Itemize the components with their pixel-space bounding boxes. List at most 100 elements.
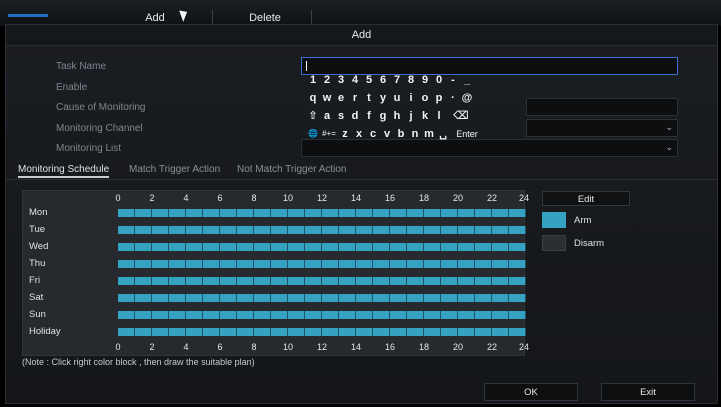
key[interactable]: p — [432, 90, 446, 106]
onscreen-keyboard: 1 2 3 4 5 6 7 8 9 0 - _ q w e r t y u i … — [304, 72, 530, 150]
arm-label: Arm — [574, 215, 592, 226]
key[interactable]: y — [376, 90, 390, 106]
key[interactable]: c — [366, 126, 380, 142]
key[interactable]: · — [446, 90, 460, 106]
schedule-bar-tue[interactable] — [118, 226, 526, 234]
enable-label: Enable — [56, 82, 88, 93]
key[interactable]: i — [404, 90, 418, 106]
hour-label: 4 — [183, 193, 189, 203]
schedule-bar-sat[interactable] — [118, 294, 526, 302]
hour-label: 20 — [452, 193, 464, 203]
key[interactable]: 9 — [418, 72, 432, 88]
cause-label: Cause of Monitoring — [56, 102, 146, 113]
key[interactable]: l — [432, 108, 446, 124]
hour-label: 2 — [149, 342, 155, 352]
key[interactable]: b — [394, 126, 408, 142]
text-caret — [306, 61, 307, 71]
schedule-bar-sun[interactable] — [118, 311, 526, 319]
hour-label: 22 — [486, 342, 498, 352]
hour-label: 0 — [115, 342, 121, 352]
key[interactable]: @ — [460, 90, 474, 106]
key[interactable]: 8 — [404, 72, 418, 88]
arm-color-block[interactable] — [542, 212, 566, 228]
key[interactable]: f — [362, 108, 376, 124]
list-label: Monitoring List — [56, 143, 122, 154]
globe-icon[interactable]: 🌐 — [306, 126, 320, 142]
hour-label: 8 — [251, 342, 257, 352]
key[interactable]: x — [352, 126, 366, 142]
hour-label: 12 — [316, 193, 328, 203]
hour-label: 6 — [217, 193, 223, 203]
key[interactable]: v — [380, 126, 394, 142]
key[interactable]: o — [418, 90, 432, 106]
day-label: Fri — [29, 275, 41, 286]
hour-label: 14 — [350, 342, 362, 352]
key[interactable]: 6 — [376, 72, 390, 88]
key[interactable]: 7 — [390, 72, 404, 88]
schedule-tabs: Monitoring Schedule Match Trigger Action… — [6, 162, 717, 180]
key[interactable]: 5 — [362, 72, 376, 88]
key[interactable]: q — [306, 90, 320, 106]
hour-label: 14 — [350, 193, 362, 203]
schedule-grid[interactable]: 0 2 4 6 8 10 12 14 16 18 20 22 24 Mon Tu… — [22, 190, 529, 356]
space-key-icon[interactable]: ␣ — [436, 126, 450, 142]
day-label: Wed — [29, 241, 49, 252]
key[interactable]: - — [446, 72, 460, 88]
key[interactable]: a — [320, 108, 334, 124]
disarm-color-block[interactable] — [542, 235, 566, 251]
key[interactable]: 1 — [306, 72, 320, 88]
key[interactable]: 4 — [348, 72, 362, 88]
task-name-label: Task Name — [56, 61, 107, 72]
enter-key[interactable]: Enter — [450, 126, 484, 142]
hour-label: 16 — [384, 342, 396, 352]
key[interactable]: n — [408, 126, 422, 142]
hour-label: 22 — [486, 193, 498, 203]
tab-match-trigger-action[interactable]: Match Trigger Action — [129, 164, 220, 175]
hour-axis-bottom: 0 2 4 6 8 10 12 14 16 18 20 22 24 — [115, 342, 529, 352]
key[interactable]: t — [362, 90, 376, 106]
key[interactable]: s — [334, 108, 348, 124]
keyboard-row-3: ⇧ a s d f g h j k l ⌫ — [306, 108, 476, 124]
key[interactable]: m — [422, 126, 436, 142]
edit-button[interactable]: Edit — [542, 191, 630, 206]
schedule-bar-thu[interactable] — [118, 260, 526, 268]
key[interactable]: 0 — [432, 72, 446, 88]
key[interactable]: r — [348, 90, 362, 106]
day-label: Tue — [29, 224, 46, 235]
key[interactable]: h — [390, 108, 404, 124]
dialog-title: Add — [6, 25, 717, 46]
key[interactable]: z — [338, 126, 352, 142]
schedule-bar-holiday[interactable] — [118, 328, 526, 336]
channel-label: Monitoring Channel — [56, 123, 143, 134]
key[interactable]: g — [376, 108, 390, 124]
tab-monitoring-schedule[interactable]: Monitoring Schedule — [18, 164, 110, 178]
symbols-key[interactable]: #+= — [320, 126, 338, 142]
key[interactable]: k — [418, 108, 432, 124]
ok-button[interactable]: OK — [484, 383, 578, 401]
add-dialog: Add Task Name Enable Cause of Monitoring… — [5, 24, 718, 404]
day-label: Sun — [29, 309, 46, 320]
toolbar-accent — [8, 14, 48, 17]
keyboard-row-4: 🌐 #+= z x c v b n m ␣ Enter — [306, 126, 484, 142]
schedule-bar-wed[interactable] — [118, 243, 526, 251]
key[interactable]: _ — [460, 72, 474, 88]
schedule-bar-mon[interactable] — [118, 209, 526, 217]
day-label: Mon — [29, 207, 48, 218]
shift-key-icon[interactable]: ⇧ — [306, 108, 320, 124]
cause-input[interactable] — [526, 98, 678, 116]
backspace-key-icon[interactable]: ⌫ — [446, 108, 476, 124]
hour-label: 18 — [418, 193, 430, 203]
key[interactable]: j — [404, 108, 418, 124]
key[interactable]: u — [390, 90, 404, 106]
key[interactable]: 2 — [320, 72, 334, 88]
key[interactable]: 3 — [334, 72, 348, 88]
schedule-bar-fri[interactable] — [118, 277, 526, 285]
tab-not-match-trigger-action[interactable]: Not Match Trigger Action — [237, 164, 347, 175]
key[interactable]: e — [334, 90, 348, 106]
top-toolbar: Add Delete — [0, 0, 721, 26]
key[interactable]: d — [348, 108, 362, 124]
key[interactable]: w — [320, 90, 334, 106]
exit-button[interactable]: Exit — [601, 383, 695, 401]
channel-select[interactable]: ⌄ — [526, 119, 678, 137]
chevron-down-icon: ⌄ — [665, 122, 673, 132]
